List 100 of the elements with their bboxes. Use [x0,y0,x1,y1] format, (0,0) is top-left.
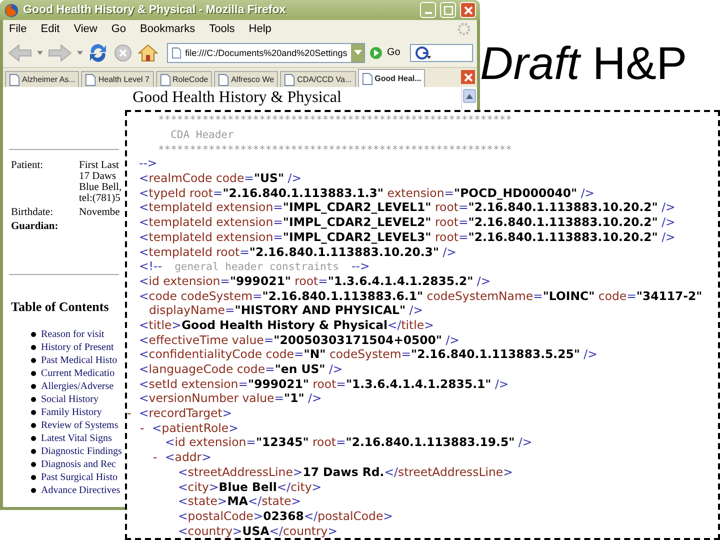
toc-link[interactable]: Reason for visit [41,329,104,340]
xml-line: <confidentialityCode code="N" codeSystem="2.16.840.1.113883.5.25" /> [139,347,598,362]
xml-line: ******************************************************** [156,113,512,126]
bullet-icon [31,410,36,415]
browser-tab[interactable]: Alzheimer As... [5,71,80,87]
caret-icon [354,50,362,56]
xml-line: <title>Good Health History & Physical</title> [139,318,434,332]
toc-link[interactable]: Current Medicatio [41,368,115,379]
browser-tab[interactable]: Health Level 7 [81,71,154,87]
bullet-icon [31,436,36,441]
collapse-toggle[interactable]: - [127,406,132,420]
toc-link[interactable]: Diagnostic Findings [41,446,122,457]
bullet-icon [31,384,36,389]
back-button[interactable] [7,42,33,62]
page-icon [362,72,373,84]
browser-tab[interactable]: Alfresco We [214,71,278,87]
bullet-icon [31,449,36,454]
field-value: 17 Daws [79,171,118,182]
xml-line: <postalCode>02368</postalCode> [178,508,393,523]
xml-line: <addr> [165,450,212,464]
collapse-toggle[interactable]: - [140,420,144,435]
xml-line: <effectiveTime value="20050303171504+0500" /> [139,332,460,347]
xml-line: <id extension="999021" root="1.3.6.4.1.4.1.2835.2" /> [139,274,491,288]
toc-link[interactable]: Latest Vital Signs [41,433,112,444]
field-value: Novembe [79,207,120,218]
dropdown-button[interactable] [351,44,364,62]
reload-button[interactable] [87,42,109,64]
bullet-icon [31,332,36,337]
bullet-icon [31,462,36,467]
xml-line: <code codeSystem="2.16.840.1.113883.6.1" codeSystemName="LOINC" code="34117-2" [139,288,702,303]
search-field[interactable] [410,44,473,62]
bullet-icon [31,488,36,493]
xml-line: ******************************************************** [156,142,512,156]
search-engine-icon[interactable] [415,46,432,60]
bullet-icon [31,423,36,428]
xml-line: --> [139,156,158,170]
bullet-icon [31,345,36,350]
xml-line: <templateId extension="IMPL_CDAR2_LEVEL3" root="2.16.840.1.113883.10.20.2" /> [139,230,676,244]
browser-logo-icon [4,2,19,18]
xml-line: displayName="HISTORY AND PHYSICAL" /> [149,303,424,318]
go-button[interactable]: Go [387,47,400,58]
toc-link[interactable]: Diagnosis and Rec [41,459,116,470]
caret-icon[interactable] [37,50,43,56]
xml-line: <recordTarget> [139,406,232,420]
xml-line: <templateId root="2.16.840.1.113883.10.20.3" /> [139,244,456,259]
toc-link[interactable]: Allergies/Adverse [41,381,114,392]
xml-line: <country>USA</country> [178,524,338,538]
home-button[interactable] [137,42,159,62]
field-value: Blue Bell, [79,182,122,193]
toc-heading: Table of Contents [11,299,109,315]
toc-link[interactable]: Review of Systems [41,420,118,431]
browser-tab[interactable]: CDA/CCD Va... [280,71,356,87]
toc-link[interactable]: Past Medical Histo [41,355,118,366]
minimize-icon [424,12,432,14]
maximize-icon [444,6,452,14]
page-icon [172,46,182,58]
xml-line: <patientRole> [152,420,238,435]
close-tab-button[interactable] [461,70,475,84]
collapse-toggle[interactable]: - [153,450,158,464]
scroll-up-button[interactable] [463,89,476,103]
bullet-icon [31,358,36,363]
close-button[interactable] [460,2,476,18]
xml-line: <templateId extension="IMPL_CDAR2_LEVEL1" root="2.16.840.1.113883.10.20.2" /> [139,200,676,214]
menu-item[interactable]: File [9,23,27,35]
forward-button[interactable] [47,42,73,62]
bullet-icon [31,475,36,480]
xml-line: <versionNumber value="1" /> [139,391,322,406]
xml-line: <id extension="12345" root="2.16.840.1.113883.19.5" /> [165,435,532,450]
toc-link[interactable]: Social History [41,394,98,405]
toc-link[interactable]: Advance Directives [41,485,120,496]
up-arrow-icon [466,94,473,98]
toc-link[interactable]: Past Surgical Histo [41,472,118,483]
menu-item[interactable]: Bookmarks [140,23,196,35]
browser-tab[interactable]: Good Heal... [358,69,426,87]
xml-line: <!-- general header constraints --> [139,259,370,274]
field-label: Guardian: [11,221,60,232]
xml-line: CDA Header [170,128,234,142]
menu-item[interactable]: View [74,23,98,35]
toc-link[interactable]: History of Present [41,342,114,353]
stop-button[interactable] [113,42,133,62]
menu-item[interactable]: Tools [209,23,235,35]
menu-item[interactable]: Edit [40,23,60,35]
xml-line: <setId extension="999021" root="1.3.6.4.1.4.1.2835.1" /> [139,376,509,391]
maximize-button[interactable] [440,2,456,18]
xml-line: <realmCode code="US" /> [139,171,302,186]
close-icon [464,72,472,82]
xml-line: <city>Blue Bell</city> [178,480,322,494]
browser-tab[interactable]: RoleCode [156,71,212,87]
go-icon[interactable] [369,46,383,60]
toc-link[interactable]: Family History [41,407,102,418]
slide-title: Draft H&P [480,36,688,90]
field-value: First Last [79,160,120,171]
caret-icon[interactable] [77,50,83,56]
menu-item[interactable]: Help [248,23,272,35]
minimize-button[interactable] [420,2,436,18]
xml-line: <typeId root="2.16.840.1.113883.1.3" extension="POCD_HD000040" /> [139,186,595,200]
field-value: tel:(781)5 [79,193,122,204]
menu-item[interactable]: Go [111,23,126,35]
xml-line: <streetAddressLine>17 Daws Rd.</streetAddressLine> [178,464,513,479]
address-field[interactable]: file:///C:/Documents%20and%20Settings [167,42,365,62]
